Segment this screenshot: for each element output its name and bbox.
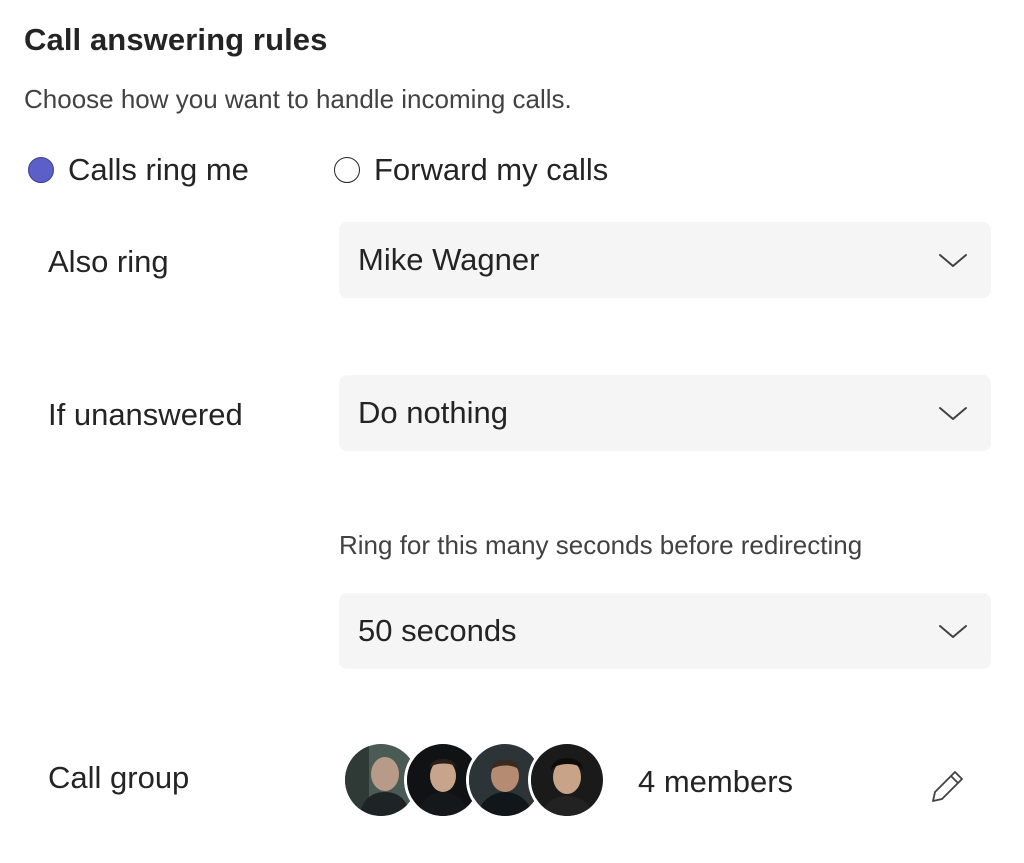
call-group-members-count[interactable]: 4 members — [638, 764, 793, 800]
edit-call-group-button[interactable] — [922, 760, 974, 812]
page-subtitle: Choose how you want to handle incoming c… — [24, 84, 572, 114]
radio-unchecked-icon — [334, 157, 360, 183]
page-title: Call answering rules — [24, 22, 328, 57]
chevron-down-icon — [939, 625, 967, 638]
radio-checked-icon — [28, 157, 54, 183]
chevron-down-icon — [939, 407, 967, 420]
avatar — [528, 741, 606, 819]
dropdown-value: 50 seconds — [358, 613, 517, 648]
radio-calls-ring-me[interactable]: Calls ring me — [28, 150, 249, 190]
ring-duration-dropdown[interactable]: 50 seconds — [339, 593, 991, 669]
call-group-label: Call group — [48, 760, 190, 795]
radio-label: Forward my calls — [374, 152, 609, 187]
radio-label: Calls ring me — [68, 152, 249, 187]
call-group-avatars[interactable] — [342, 741, 612, 819]
radio-forward-my-calls[interactable]: Forward my calls — [334, 150, 608, 190]
if-unanswered-dropdown[interactable]: Do nothing — [339, 375, 991, 451]
dropdown-value: Do nothing — [358, 395, 508, 430]
dropdown-value: Mike Wagner — [358, 242, 540, 277]
pencil-icon — [932, 771, 963, 802]
also-ring-dropdown[interactable]: Mike Wagner — [339, 222, 991, 298]
ring-duration-helper: Ring for this many seconds before redire… — [339, 530, 863, 560]
if-unanswered-label: If unanswered — [48, 397, 243, 432]
also-ring-label: Also ring — [48, 244, 169, 279]
chevron-down-icon — [939, 254, 967, 267]
